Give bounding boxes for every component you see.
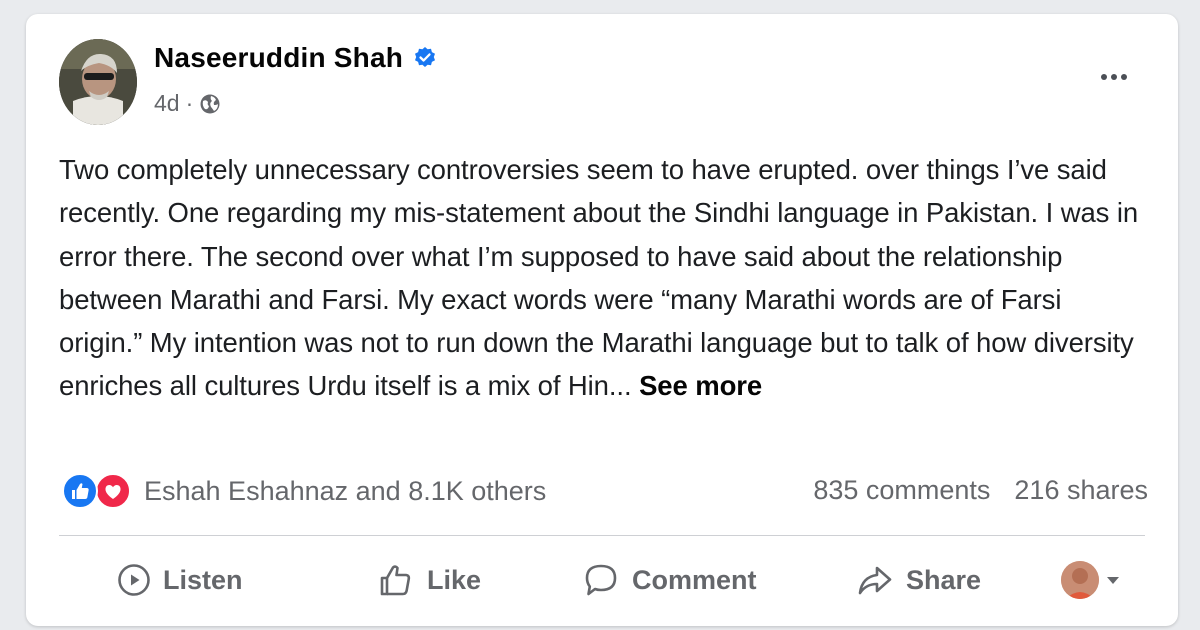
dot bbox=[1101, 74, 1107, 80]
like-label: Like bbox=[427, 564, 482, 595]
reactions-summary[interactable]: Eshah Eshahnaz and 8.1K others bbox=[62, 472, 546, 510]
share-arrow-icon bbox=[856, 561, 894, 599]
comment-bubble-icon bbox=[582, 561, 620, 599]
post-body: Two completely unnecessary controversies… bbox=[59, 148, 1149, 408]
play-circle-icon bbox=[117, 563, 151, 597]
dot bbox=[1111, 74, 1117, 80]
love-reaction-icon bbox=[95, 473, 131, 509]
shares-count[interactable]: 216 shares bbox=[1014, 475, 1148, 506]
verified-badge-icon bbox=[413, 46, 437, 70]
like-button[interactable]: Like bbox=[377, 552, 481, 608]
profile-avatar bbox=[1061, 561, 1099, 599]
engagement-counts: 835 comments 216 shares bbox=[813, 475, 1148, 506]
comments-count[interactable]: 835 comments bbox=[813, 475, 990, 506]
profile-selector[interactable] bbox=[1061, 552, 1121, 608]
author-header: Naseeruddin Shah bbox=[154, 42, 437, 74]
author-avatar[interactable] bbox=[59, 39, 137, 125]
reactions-text[interactable]: Eshah Eshahnaz and 8.1K others bbox=[144, 476, 546, 507]
post-text: Two completely unnecessary controversies… bbox=[59, 154, 1139, 402]
author-photo bbox=[59, 39, 137, 125]
action-bar: Listen Like Comment Share bbox=[59, 552, 1145, 612]
thumbs-up-icon bbox=[377, 561, 415, 599]
divider bbox=[59, 535, 1145, 536]
meta-separator: · bbox=[185, 90, 194, 116]
see-more-link[interactable]: See more bbox=[639, 370, 762, 401]
reaction-icons bbox=[62, 472, 134, 510]
share-label: Share bbox=[906, 564, 982, 595]
comment-button[interactable]: Comment bbox=[582, 552, 757, 608]
listen-label: Listen bbox=[163, 564, 243, 595]
share-button[interactable]: Share bbox=[856, 552, 981, 608]
post-timestamp[interactable]: 4d bbox=[154, 90, 180, 117]
like-reaction-icon bbox=[62, 473, 98, 509]
globe-icon bbox=[199, 93, 221, 115]
caret-down-icon bbox=[1105, 574, 1121, 586]
comment-label: Comment bbox=[632, 564, 757, 595]
post-card: Naseeruddin Shah 4d · Two completely unn… bbox=[26, 14, 1178, 626]
post-meta: 4d · bbox=[154, 90, 221, 117]
more-options-icon[interactable] bbox=[1094, 62, 1134, 92]
dot bbox=[1121, 74, 1127, 80]
listen-button[interactable]: Listen bbox=[117, 552, 243, 608]
author-name[interactable]: Naseeruddin Shah bbox=[154, 42, 403, 74]
